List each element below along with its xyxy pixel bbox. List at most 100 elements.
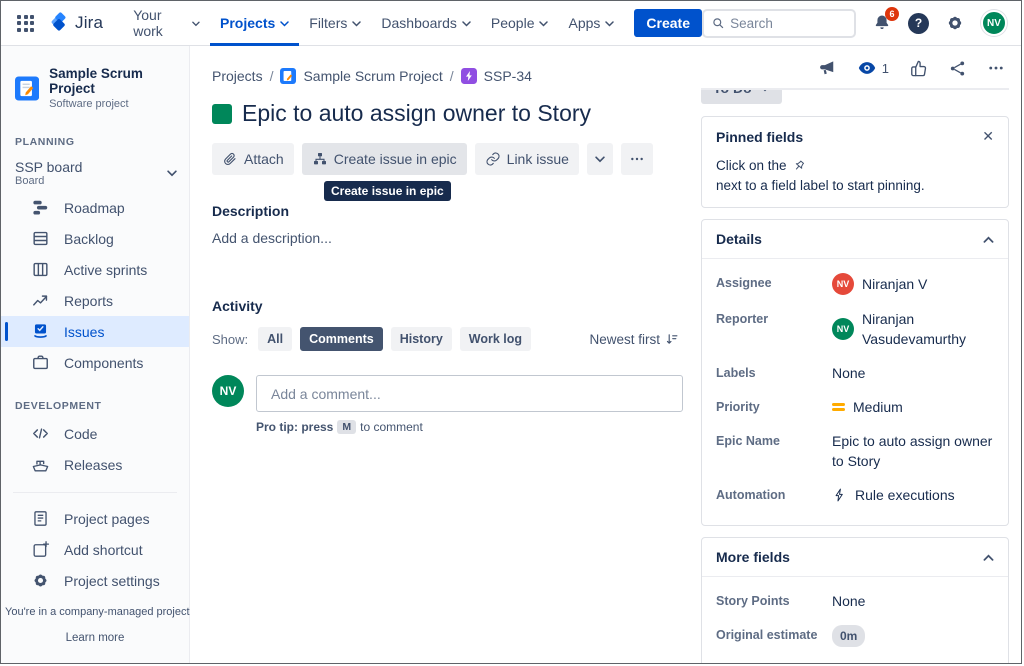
gear-icon: [31, 571, 50, 590]
app-switcher-icon[interactable]: [17, 15, 34, 32]
jira-logo-icon: [48, 12, 70, 34]
comment-input[interactable]: [256, 375, 683, 412]
sidebar-item-releases[interactable]: Releases: [1, 449, 189, 480]
issue-detail-panel: 1 To Do: [701, 46, 1021, 663]
settings-button[interactable]: [945, 13, 965, 33]
field-assignee: Assignee NV Niranjan V: [716, 273, 994, 295]
chevron-down-icon: [760, 90, 770, 92]
details-card: Details Assignee NV Niranjan V Repor: [701, 219, 1009, 526]
sidebar-item-project-settings[interactable]: Project settings: [1, 565, 189, 596]
more-actions-button[interactable]: [621, 143, 653, 175]
breadcrumb-project[interactable]: Sample Scrum Project: [303, 68, 442, 84]
issue-toolbar: Attach Create issue in epic Link issue C…: [212, 143, 683, 175]
sidebar-item-add-shortcut[interactable]: Add shortcut: [1, 534, 189, 565]
chevron-down-icon: [192, 21, 200, 27]
more-fields-header[interactable]: More fields: [702, 538, 1008, 577]
comment-avatar: NV: [212, 375, 244, 407]
nav-your-work[interactable]: Your work: [123, 1, 210, 46]
more-fields-body: Story Points None Original estimate 0m T…: [702, 577, 1008, 663]
description-placeholder[interactable]: Add a description...: [212, 230, 683, 246]
chart-icon: [31, 291, 50, 310]
user-avatar[interactable]: NV: [981, 10, 1007, 36]
sort-icon: [665, 332, 679, 346]
managed-project-note: You're in a company-managed project: [5, 606, 185, 618]
learn-more-link[interactable]: Learn more: [66, 632, 125, 644]
development-section-label: DEVELOPMENT: [1, 400, 189, 412]
pinned-fields-body: Click on the next to a field label to st…: [702, 156, 1008, 207]
nav-people[interactable]: People: [481, 1, 559, 46]
issues-icon: [31, 322, 50, 341]
planning-section-label: PLANNING: [1, 136, 189, 148]
vote-button[interactable]: [909, 59, 928, 78]
issue-actions-header: 1: [701, 52, 1009, 90]
board-type: Board: [15, 175, 82, 187]
watch-count: 1: [882, 61, 889, 76]
issue-main: Projects / Sample Scrum Project / SSP-34…: [190, 46, 701, 663]
watch-button[interactable]: 1: [857, 58, 889, 78]
filter-history[interactable]: History: [391, 327, 452, 351]
components-icon: [31, 353, 50, 372]
sort-order-button[interactable]: Newest first: [589, 332, 683, 347]
pin-icon: [792, 159, 806, 173]
share-button[interactable]: [948, 59, 967, 78]
filter-work-log[interactable]: Work log: [460, 327, 531, 351]
create-issue-in-epic-button[interactable]: Create issue in epic: [302, 143, 467, 175]
panel-more-button[interactable]: [987, 59, 1005, 77]
sidebar-item-code[interactable]: Code: [1, 418, 189, 449]
nav-apps[interactable]: Apps: [558, 1, 624, 46]
priority-medium-icon: [832, 403, 845, 411]
project-avatar-icon: [280, 68, 296, 84]
sitemap-icon: [312, 151, 328, 167]
thumbs-up-icon: [909, 59, 928, 78]
field-priority: Priority Medium: [716, 397, 994, 417]
sidebar-item-reports[interactable]: Reports: [1, 285, 189, 316]
sidebar-item-issues[interactable]: Issues: [1, 316, 189, 347]
notifications-button[interactable]: 6: [872, 13, 892, 33]
board-switcher[interactable]: SSP board Board: [1, 154, 189, 192]
nav-filters[interactable]: Filters: [299, 1, 371, 46]
jira-logo[interactable]: Jira: [48, 12, 103, 34]
sidebar-item-project-pages[interactable]: Project pages: [1, 503, 189, 534]
search-input[interactable]: [730, 16, 846, 31]
jira-logo-text: Jira: [75, 13, 103, 33]
status-button[interactable]: To Do: [701, 90, 782, 104]
sidebar-item-backlog[interactable]: Backlog: [1, 223, 189, 254]
nav-right: 6 ? NV: [702, 9, 1007, 38]
automation-value: Rule executions: [855, 485, 955, 505]
nav-projects[interactable]: Projects: [210, 1, 299, 46]
assignee-name: Niranjan V: [862, 274, 927, 294]
help-button[interactable]: ?: [908, 13, 929, 34]
pinned-fields-header: Pinned fields ✕: [702, 117, 1008, 156]
filter-all[interactable]: All: [258, 327, 292, 351]
link-dropdown-button[interactable]: [587, 143, 613, 175]
reporter-name: Niranjan Vasudevamurthy: [862, 309, 994, 349]
sidebar-item-components[interactable]: Components: [1, 347, 189, 378]
nav-dashboards[interactable]: Dashboards: [371, 1, 481, 46]
show-label: Show:: [212, 332, 248, 347]
feedback-button[interactable]: [817, 58, 837, 78]
chevron-down-icon: [167, 170, 177, 177]
breadcrumb-issue-key[interactable]: SSP-34: [484, 68, 532, 84]
breadcrumb-projects[interactable]: Projects: [212, 68, 263, 84]
jira-app: Jira Your work Projects Filters Dashboar…: [0, 0, 1022, 664]
close-icon[interactable]: ✕: [982, 128, 994, 145]
story-points-value[interactable]: None: [832, 591, 994, 611]
filter-comments[interactable]: Comments: [300, 327, 383, 351]
chevron-down-icon: [539, 21, 548, 27]
attach-button[interactable]: Attach: [212, 143, 294, 175]
epic-name-value[interactable]: Epic to auto assign owner to Story: [832, 431, 994, 471]
sidebar-footer: You're in a company-managed project Lear…: [1, 596, 189, 664]
project-header[interactable]: Sample Scrum Project Software project: [1, 66, 189, 114]
global-search[interactable]: [702, 9, 856, 38]
more-icon: [629, 151, 645, 167]
details-header[interactable]: Details: [702, 220, 1008, 259]
create-button[interactable]: Create: [634, 9, 702, 37]
sidebar-item-roadmap[interactable]: Roadmap: [1, 192, 189, 223]
megaphone-icon: [817, 58, 837, 78]
labels-value[interactable]: None: [832, 363, 994, 383]
issue-title[interactable]: Epic to auto assign owner to Story: [242, 100, 591, 127]
ship-icon: [31, 455, 50, 474]
panel-body: To Do Pinned fields ✕ Click on the next …: [701, 90, 1009, 663]
link-issue-button[interactable]: Link issue: [475, 143, 579, 175]
sidebar-item-active-sprints[interactable]: Active sprints: [1, 254, 189, 285]
